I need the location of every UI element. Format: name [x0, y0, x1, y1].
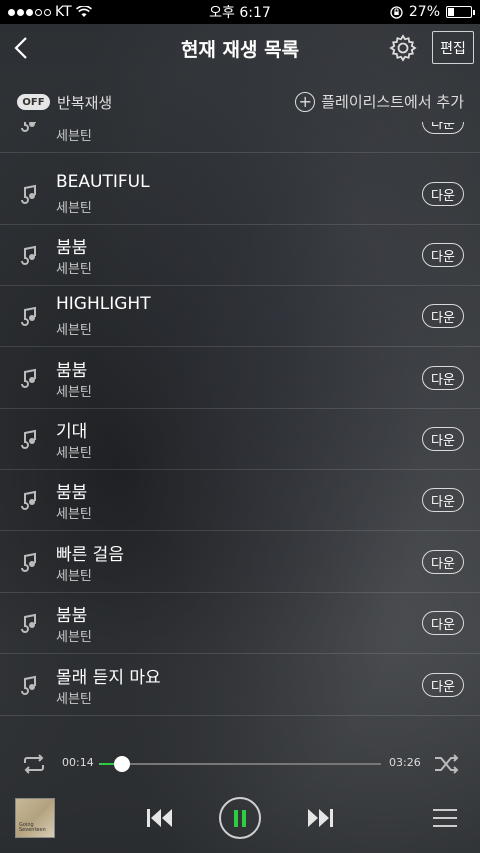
track-title: 기대 [56, 422, 88, 442]
back-icon[interactable] [10, 34, 34, 62]
download-button[interactable]: 다운 [422, 182, 464, 206]
download-button[interactable]: 다운 [422, 122, 464, 134]
track-artist: 세븐틴 [56, 507, 92, 522]
playlist-controls: OFF 반복재생 + 플레이리스트에서 추가 [0, 82, 480, 122]
status-bar: KT 오후 6:17 27% [0, 0, 480, 24]
music-note-icon [21, 613, 36, 633]
plus-circle-icon: + [295, 91, 316, 112]
wifi-icon [75, 6, 92, 17]
track-title: HIGHLIGHT [56, 294, 151, 314]
track-title: 붐붐 [56, 361, 88, 381]
track-artist: 세븐틴 [56, 446, 92, 461]
music-note-icon [21, 429, 36, 449]
music-note-icon [21, 122, 36, 132]
list-item[interactable]: 빠른 걸음 세븐틴 다운 [0, 532, 480, 593]
music-note-icon [21, 490, 36, 510]
album-art-text: Going Seventeen [19, 822, 46, 833]
track-title: 몰래 듣지 마요 [56, 668, 161, 688]
track-title: 붐붐 [56, 606, 88, 626]
track-title: 붐붐 [56, 483, 88, 503]
list-item[interactable]: 기대 세븐틴 다운 [0, 409, 480, 470]
track-title: 붐붐 [56, 238, 88, 258]
download-button[interactable]: 다운 [422, 488, 464, 512]
track-artist: 세븐틴 [56, 630, 92, 645]
music-note-icon [21, 368, 36, 388]
list-item[interactable]: 붐붐 세븐틴 다운 [0, 593, 480, 654]
battery-icon [446, 6, 475, 18]
list-item[interactable]: 붐붐 세븐틴 다운 [0, 348, 480, 409]
clock: 오후 6:17 [209, 5, 271, 21]
rotation-lock-icon [390, 5, 403, 19]
page-title: 현재 재생 목록 [180, 38, 300, 61]
signal-strength-icon [8, 8, 51, 16]
track-title: 빠른 걸음 [56, 545, 124, 565]
nav-bar: 현재 재생 목록 편집 [0, 24, 480, 72]
add-from-playlist-label: 플레이리스트에서 추가 [321, 93, 464, 111]
player-bar: 00:14 03:26 Going Seventeen [0, 740, 480, 853]
download-button[interactable]: 다운 [422, 304, 464, 328]
track-title: BEAUTIFUL [56, 172, 150, 192]
track-artist: 세븐틴 [56, 201, 92, 216]
total-duration: 03:26 [389, 756, 421, 769]
playback-controls: Going Seventeen [0, 788, 480, 853]
repeat-label: 반복재생 [57, 94, 113, 112]
track-artist: 세븐틴 [56, 385, 92, 400]
download-button[interactable]: 다운 [422, 243, 464, 267]
list-item[interactable]: 붐붐 세븐틴 다운 [0, 122, 480, 153]
list-item[interactable]: 붐붐 세븐틴 다운 [0, 470, 480, 531]
album-art[interactable]: Going Seventeen [15, 798, 55, 838]
menu-icon[interactable] [433, 807, 457, 829]
progress-row: 00:14 03:26 [0, 740, 480, 788]
repeat-icon[interactable] [20, 754, 48, 774]
battery-percent: 27% [408, 4, 440, 20]
pause-icon [234, 810, 246, 827]
music-note-icon [21, 552, 36, 572]
music-note-icon [21, 184, 36, 204]
download-button[interactable]: 다운 [422, 427, 464, 451]
track-artist: 세븐틴 [56, 323, 92, 338]
list-item[interactable]: 붐붐 세븐틴 다운 [0, 225, 480, 286]
download-button[interactable]: 다운 [422, 611, 464, 635]
track-artist: 세븐틴 [56, 262, 92, 277]
list-item[interactable]: BEAUTIFUL 세븐틴 다운 [0, 164, 480, 225]
gear-icon[interactable] [389, 34, 417, 62]
music-note-icon [21, 306, 36, 326]
next-track-icon[interactable] [306, 807, 334, 829]
track-artist: 세븐틴 [56, 569, 92, 584]
list-item[interactable]: HIGHLIGHT 세븐틴 다운 [0, 286, 480, 347]
elapsed-time: 00:14 [62, 756, 94, 769]
download-button[interactable]: 다운 [422, 673, 464, 697]
add-from-playlist-button[interactable]: + 플레이리스트에서 추가 [295, 91, 464, 112]
repeat-toggle[interactable]: OFF [17, 94, 50, 110]
track-artist: 세븐틴 [56, 692, 92, 707]
music-note-icon [21, 245, 36, 265]
download-button[interactable]: 다운 [422, 366, 464, 390]
track-artist: 세븐틴 [56, 129, 92, 144]
previous-track-icon[interactable] [146, 807, 174, 829]
progress-slider[interactable] [99, 756, 381, 772]
track-list: 붐붐 세븐틴 다운 BEAUTIFUL 세븐틴 다운 붐붐 세븐틴 다운 HIG… [0, 122, 480, 732]
music-note-icon [21, 675, 36, 695]
edit-button[interactable]: 편집 [432, 31, 474, 64]
progress-knob[interactable] [113, 756, 130, 772]
shuffle-icon[interactable] [433, 754, 461, 774]
download-button[interactable]: 다운 [422, 550, 464, 574]
pause-button[interactable] [219, 797, 261, 839]
carrier-label: KT [55, 4, 72, 20]
list-item[interactable]: 몰래 듣지 마요 세븐틴 다운 [0, 655, 480, 716]
